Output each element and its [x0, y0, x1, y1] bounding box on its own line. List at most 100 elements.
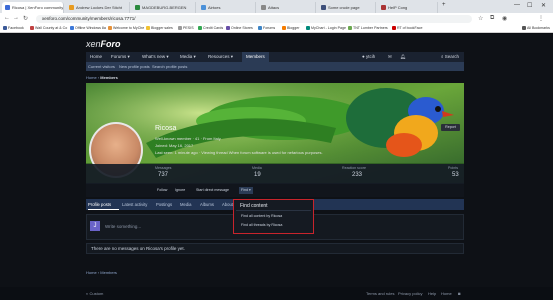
bookmark-item[interactable]: Welcome to MyChe	[108, 26, 144, 30]
user-menu[interactable]: ● ytcih	[358, 52, 379, 62]
nav-whats-new[interactable]: What's new ▾	[138, 52, 173, 62]
bookmark-item[interactable]: TNT Lumber Partners	[348, 26, 388, 30]
start-direct-message-button[interactable]: Start direct message	[194, 187, 231, 194]
stat-media-value[interactable]: 19	[254, 172, 261, 178]
maximize-icon[interactable]: ☐	[527, 2, 532, 9]
profile-actions	[86, 184, 464, 197]
bookmark-item[interactable]: Blogger	[282, 26, 299, 30]
bookmark-item[interactable]: RT of bookFace	[392, 26, 422, 30]
bookmark-label: RT of bookFace	[397, 26, 423, 30]
find-all-content-item[interactable]: Find all content by Ricosa	[241, 214, 282, 218]
tab-latest-activity[interactable]: Latest activity	[122, 201, 147, 208]
tab-favicon-icon	[321, 5, 326, 10]
bookmark-item[interactable]: Credit Cards	[198, 26, 223, 30]
write-something-input[interactable]: Write something...	[105, 224, 141, 229]
tab-about[interactable]: About	[222, 201, 233, 208]
tab-label: Attacs	[268, 5, 280, 10]
footer-privacy[interactable]: Privacy policy	[398, 291, 422, 296]
browser-tab[interactable]: HelP Cong	[378, 2, 438, 13]
active-tab-indicator	[88, 209, 119, 210]
nav-members[interactable]: Members	[242, 52, 269, 62]
bookmark-item[interactable]: Forums	[258, 26, 275, 30]
bookmark-label: Wall County at & Co	[35, 26, 68, 30]
username: ytcih	[365, 54, 376, 59]
rss-icon[interactable]: ◙	[458, 291, 460, 296]
bookmark-item[interactable]: All Bookmarks	[522, 26, 550, 30]
style-chooser[interactable]: ◐ Custom	[86, 291, 103, 296]
report-button[interactable]: Report	[441, 124, 460, 131]
breadcrumb-home[interactable]: Home	[86, 75, 97, 80]
close-icon[interactable]: ✕	[541, 2, 546, 9]
breadcrumb-members[interactable]: Members	[100, 75, 118, 80]
tab-favicon-icon	[135, 5, 140, 10]
footer-home[interactable]: Home	[441, 291, 452, 296]
bookmark-item[interactable]: Wall County at & Co	[30, 26, 67, 30]
tab-label: MAGDEBURG-BERGEN	[142, 5, 187, 10]
subnav-search-profile-posts[interactable]: Search profile posts	[152, 63, 187, 70]
bookmark-favicon-icon	[3, 26, 7, 30]
bookmark-favicon-icon	[30, 26, 34, 30]
bookmark-label: Forums	[263, 26, 276, 30]
bookmark-item[interactable]: PESIS	[178, 26, 194, 30]
stat-media-label: Media	[252, 166, 262, 170]
bookmark-item[interactable]: Blogger sales	[146, 26, 173, 30]
tab-favicon-icon	[261, 5, 266, 10]
bookmark-favicon-icon	[178, 26, 182, 30]
alerts-icon[interactable]: ✉	[384, 52, 396, 62]
nav-media[interactable]: Media ▾	[176, 52, 200, 62]
find-all-threads-item[interactable]: Find all threads by Ricosa	[241, 223, 282, 227]
forward-icon[interactable]: →	[13, 15, 19, 21]
subnav-current-visitors[interactable]: Current visitors	[88, 63, 115, 70]
browser-tab[interactable]: Ricosa | XenForo community	[2, 2, 64, 13]
breadcrumb-bottom-home[interactable]: Home	[86, 270, 97, 275]
browser-tab[interactable]: Airtoes	[198, 2, 256, 13]
new-tab-icon[interactable]: +	[442, 2, 446, 8]
tab-albums[interactable]: Albums	[200, 201, 214, 208]
bookmark-item[interactable]: MyChart - Login Page	[306, 26, 346, 30]
search-label: Search	[444, 54, 460, 59]
minimize-icon[interactable]: —	[514, 2, 520, 8]
nav-forums[interactable]: Forums ▾	[107, 52, 134, 62]
find-button[interactable]: Find ▾	[239, 187, 253, 194]
bell-icon[interactable]: 🔔︎	[396, 52, 410, 62]
reload-icon[interactable]: ↻	[23, 15, 28, 22]
stat-reaction-value[interactable]: 233	[352, 172, 362, 178]
search-link[interactable]: ⌕ Search	[437, 52, 463, 62]
ignore-button[interactable]: Ignore	[173, 187, 187, 194]
bookmark-item[interactable]: Offline Windows 8a	[70, 26, 106, 30]
tab-media[interactable]: Media	[180, 201, 191, 208]
nav-resources[interactable]: Resources ▾	[204, 52, 237, 62]
tab-postings[interactable]: Postings	[156, 201, 172, 208]
site-logo[interactable]: xenForo	[86, 39, 121, 49]
extensions-icon[interactable]: ⧉	[490, 15, 494, 22]
browser-tab[interactable]: Andrew Lockes Der Sticht	[66, 2, 130, 13]
tab-profile-posts[interactable]: Profile posts	[88, 201, 111, 208]
search-icon: ⌕	[441, 54, 444, 59]
stat-messages-value[interactable]: 737	[158, 172, 168, 178]
user-avatar: J	[90, 221, 100, 231]
bookmark-favicon-icon	[70, 26, 74, 30]
star-icon[interactable]: ☆	[478, 15, 483, 22]
back-icon[interactable]: ←	[4, 15, 10, 21]
follow-button[interactable]: Follow	[155, 187, 169, 194]
browser-tab[interactable]: Attacs	[258, 2, 316, 13]
browser-tab[interactable]: MAGDEBURG-BERGEN	[132, 2, 196, 13]
nav-home[interactable]: Home	[86, 52, 106, 62]
browser-tab[interactable]: Some crude page	[318, 2, 376, 13]
bookmark-item[interactable]: Facebook	[3, 26, 24, 30]
no-messages-notice: There are no messages on Ricosa's profil…	[86, 243, 464, 254]
stat-points-value[interactable]: 53	[452, 172, 459, 178]
bookmark-item[interactable]: Online Stores	[226, 26, 253, 30]
breadcrumb-bottom: Home › Members	[86, 270, 117, 275]
bookmark-label: Blogger sales	[151, 26, 173, 30]
bookmark-favicon-icon	[348, 26, 352, 30]
paint-icon: ◐	[86, 291, 89, 296]
subnav-new-profile-posts[interactable]: New profile posts	[119, 63, 150, 70]
breadcrumb-bottom-members[interactable]: Members	[100, 270, 117, 275]
footer-terms[interactable]: Terms and rules	[366, 291, 394, 296]
url-bar[interactable]: xenforo.com/community/members/ricosa.777…	[36, 15, 472, 23]
profile-icon[interactable]: ◉	[502, 15, 507, 22]
menu-icon[interactable]: ⋮	[538, 15, 544, 22]
footer-help[interactable]: Help	[428, 291, 436, 296]
bookmark-favicon-icon	[282, 26, 286, 30]
